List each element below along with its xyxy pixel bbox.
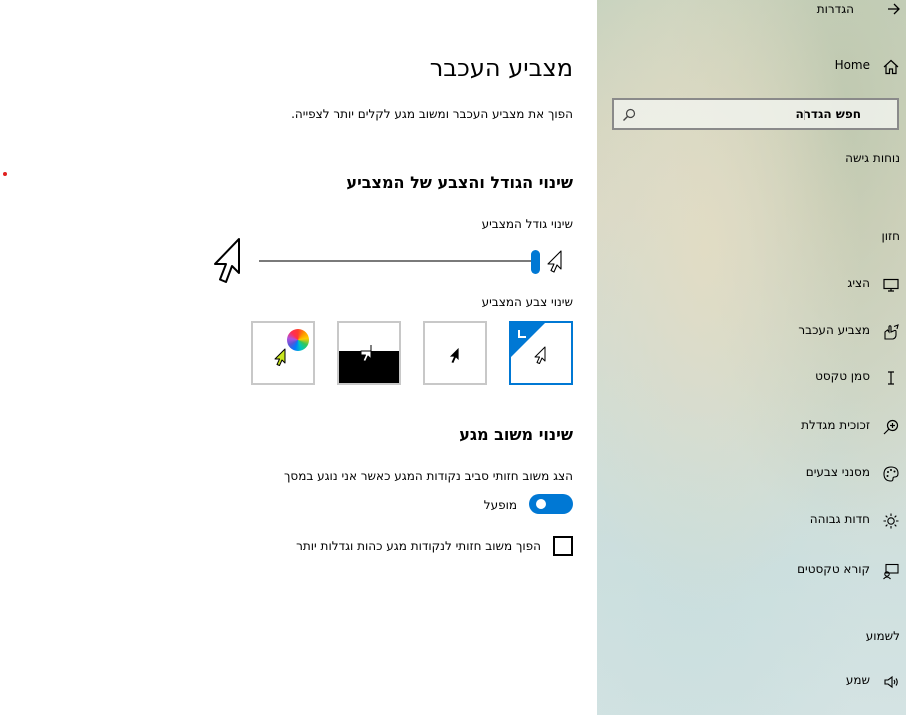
speaker-icon bbox=[884, 675, 898, 689]
sidebar-item-label: שמע bbox=[845, 673, 870, 687]
touch-feedback-heading: שינוי משוב מגע bbox=[459, 425, 573, 444]
sidebar-item-label: חדות גבוהה bbox=[809, 512, 870, 526]
pointer-color-white[interactable] bbox=[509, 321, 573, 385]
large-cursor-icon bbox=[214, 238, 240, 283]
white-cursor-icon bbox=[534, 346, 546, 364]
sidebar-item-text-cursor[interactable]: סמן טקסט bbox=[597, 366, 906, 390]
darker-feedback-checkbox[interactable] bbox=[553, 536, 573, 556]
brightness-icon bbox=[883, 513, 899, 529]
section-heading-hearing: לשמוע bbox=[865, 629, 900, 643]
sidebar-item-narrator[interactable]: קורא טקסטים bbox=[597, 559, 906, 583]
touch-feedback-label: הצג משוב חזותי סביב נקודות המגע כאשר אני… bbox=[283, 469, 573, 483]
darker-feedback-label: הפוך משוב חזותי לנקודות מגע כהות וגדלות … bbox=[296, 539, 541, 553]
sidebar-item-label: סמן טקסט bbox=[815, 369, 870, 383]
sidebar-item-color-filters[interactable]: מסנני צבעים bbox=[597, 462, 906, 486]
app-title: הגדרות bbox=[816, 2, 854, 16]
sidebar-item-mouse-pointer[interactable]: מצביע העכבר bbox=[597, 320, 906, 344]
sidebar-item-display[interactable]: הציג bbox=[597, 273, 906, 297]
pointer-hand-icon bbox=[884, 324, 899, 340]
sidebar-item-label: זכוכית מגדלת bbox=[801, 418, 870, 432]
page-description: הפוך את מצביע העכבר ומשוב מגע לקלים יותר… bbox=[291, 107, 573, 121]
palette-icon bbox=[883, 466, 899, 482]
text-caret bbox=[804, 110, 805, 120]
monitor-icon bbox=[883, 278, 899, 292]
touch-feedback-toggle[interactable] bbox=[529, 494, 573, 514]
pointer-size-label: שינוי גודל המצביע bbox=[481, 217, 573, 231]
page-title: מצביע העכבר bbox=[429, 54, 573, 82]
red-dot-marker bbox=[3, 172, 7, 176]
section-heading-accessibility: נוחות גישה bbox=[845, 151, 900, 165]
magnifier-icon bbox=[883, 419, 899, 435]
sidebar-item-label: מסנני צבעים bbox=[805, 465, 870, 479]
pointer-color-custom[interactable] bbox=[251, 321, 315, 385]
pointer-color-black[interactable] bbox=[423, 321, 487, 385]
sidebar-item-audio[interactable]: שמע bbox=[597, 670, 906, 694]
sidebar-item-label: מצביע העכבר bbox=[798, 323, 870, 337]
sidebar-item-label: קורא טקסטים bbox=[797, 562, 870, 576]
sidebar-item-label: Home bbox=[834, 58, 870, 72]
custom-color-cursor-icon bbox=[274, 348, 286, 366]
title-bar: הגדרות bbox=[597, 0, 906, 22]
small-cursor-icon bbox=[547, 250, 562, 273]
search-icon bbox=[623, 108, 636, 121]
home-icon bbox=[883, 59, 899, 75]
inverted-cursor-icon bbox=[360, 345, 372, 362]
main-content: מצביע העכבר הפוך את מצביע העכבר ומשוב מג… bbox=[0, 0, 597, 715]
sidebar-item-high-contrast[interactable]: חדות גבוהה bbox=[597, 509, 906, 533]
back-arrow-icon[interactable] bbox=[886, 2, 900, 16]
size-color-heading: שינוי הגודל והצבע של המצביע bbox=[346, 173, 573, 192]
toggle-knob bbox=[536, 499, 546, 509]
text-cursor-icon bbox=[888, 371, 894, 385]
black-cursor-icon bbox=[448, 346, 460, 364]
toggle-state-label: מופעל bbox=[483, 498, 517, 512]
search-input[interactable]: חפש הגדרה bbox=[612, 98, 899, 130]
search-placeholder: חפש הגדרה bbox=[795, 107, 861, 121]
settings-sidebar: הגדרות Home חפש הגדרה נוחות גישה חזון הצ… bbox=[597, 0, 906, 715]
checkmark-icon bbox=[518, 330, 526, 338]
pointer-color-inverted[interactable] bbox=[337, 321, 401, 385]
narrator-icon bbox=[883, 563, 899, 580]
section-heading-vision: חזון bbox=[881, 229, 900, 243]
sidebar-item-label: הציג bbox=[847, 276, 870, 290]
pointer-size-slider-thumb[interactable] bbox=[531, 250, 540, 274]
pointer-color-label: שינוי צבע המצביע bbox=[481, 295, 573, 309]
pointer-size-slider-track[interactable] bbox=[259, 260, 535, 262]
sidebar-item-home[interactable]: Home bbox=[597, 55, 906, 79]
sidebar-item-magnifier[interactable]: זכוכית מגדלת bbox=[597, 415, 906, 439]
